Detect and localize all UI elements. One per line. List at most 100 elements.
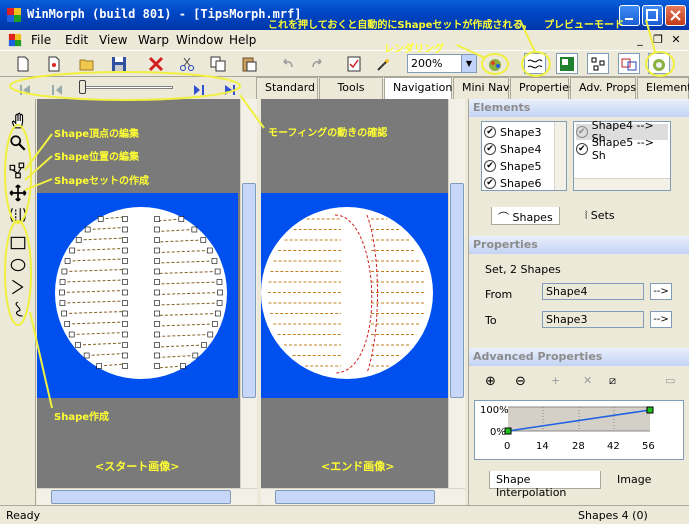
menu-file[interactable]: File bbox=[31, 33, 51, 47]
reset-icon[interactable]: ▭ bbox=[665, 374, 675, 387]
shape-vertex[interactable] bbox=[216, 279, 223, 285]
maximize-button[interactable] bbox=[642, 5, 663, 26]
cut-button[interactable] bbox=[176, 53, 198, 74]
shape-vertex[interactable] bbox=[192, 352, 199, 359]
shape-vertex[interactable] bbox=[122, 289, 128, 296]
add-point-icon[interactable]: + bbox=[551, 374, 560, 387]
delete-button[interactable] bbox=[145, 53, 167, 74]
tab-image[interactable]: Image bbox=[611, 471, 657, 489]
end-hscroll-thumb[interactable] bbox=[275, 490, 435, 504]
last-frame-button[interactable] bbox=[219, 79, 241, 100]
shape-vertex[interactable] bbox=[154, 226, 160, 233]
shape-vertex[interactable] bbox=[211, 258, 218, 264]
shape-vertex[interactable] bbox=[122, 300, 128, 306]
list-item[interactable]: ✔ Shape5 --> Sh bbox=[576, 136, 670, 162]
shape-vertex[interactable] bbox=[212, 321, 218, 327]
tab-properties[interactable]: Properties bbox=[510, 77, 575, 99]
shape-vertex[interactable] bbox=[83, 352, 90, 359]
set-create-tool[interactable] bbox=[8, 205, 28, 225]
shape-vertex[interactable] bbox=[154, 300, 160, 306]
tab-mini-nav[interactable]: Mini Nav bbox=[453, 77, 510, 99]
shapes-list[interactable]: ✔ Shape3 ✔ Shape4 ✔ Shape5 ✔ Shape6 bbox=[481, 121, 567, 191]
open-button[interactable] bbox=[76, 53, 98, 74]
tab-navigation[interactable]: Navigation bbox=[384, 77, 452, 99]
shape-vertex[interactable] bbox=[207, 331, 214, 338]
shape-vertex[interactable] bbox=[59, 300, 66, 306]
move-tool[interactable] bbox=[8, 183, 28, 203]
shape-vertex[interactable] bbox=[122, 342, 128, 348]
shape-vertex[interactable] bbox=[154, 237, 160, 243]
shape-vertex[interactable] bbox=[68, 331, 75, 338]
paste-button[interactable] bbox=[238, 53, 260, 74]
shape-vertex[interactable] bbox=[154, 352, 160, 359]
shape-vertex[interactable] bbox=[154, 342, 160, 348]
shape-vertex[interactable] bbox=[216, 300, 223, 306]
shapes-list-scrollbar[interactable] bbox=[554, 122, 566, 190]
shape-vertex[interactable] bbox=[154, 258, 160, 264]
end-vertical-scrollbar[interactable] bbox=[448, 99, 465, 488]
shape-vertex[interactable] bbox=[154, 363, 160, 369]
list-item[interactable]: ✔ Shape4 bbox=[484, 141, 541, 157]
view-mode-button[interactable] bbox=[556, 53, 578, 74]
properties-button[interactable] bbox=[343, 53, 365, 74]
shape-vertex[interactable] bbox=[200, 237, 207, 243]
shape-vertex[interactable] bbox=[214, 268, 221, 275]
shape-vertex[interactable] bbox=[69, 247, 76, 254]
tab-shapes[interactable]: ⌒ Shapes bbox=[491, 207, 560, 225]
preview-mode-button[interactable] bbox=[648, 53, 670, 74]
curve-tool[interactable] bbox=[8, 299, 28, 319]
mdi-minimize-button[interactable]: _ bbox=[632, 33, 648, 47]
shape-vertex[interactable] bbox=[122, 268, 128, 275]
shape-vertex[interactable] bbox=[206, 247, 213, 254]
shape-view-button[interactable] bbox=[587, 53, 609, 74]
zoom-out-icon[interactable]: ⊖ bbox=[515, 374, 526, 389]
shape-vertex[interactable] bbox=[75, 237, 82, 243]
new-button[interactable] bbox=[12, 53, 34, 74]
shape-vertex[interactable] bbox=[154, 321, 160, 327]
polyline-tool[interactable] bbox=[8, 277, 28, 297]
mdi-restore-button[interactable]: ❐ bbox=[650, 33, 666, 47]
shape-vertex[interactable] bbox=[154, 331, 160, 338]
shape-vertex[interactable] bbox=[154, 268, 160, 275]
shape-vertex[interactable] bbox=[122, 279, 128, 285]
shape-vertex[interactable] bbox=[191, 226, 198, 233]
auto-set-button[interactable] bbox=[524, 53, 546, 74]
shape-vertex[interactable] bbox=[215, 310, 221, 317]
vertex-edit-tool[interactable] bbox=[8, 161, 28, 181]
shape-vertex[interactable] bbox=[84, 226, 91, 233]
shape-vertex[interactable] bbox=[122, 216, 128, 222]
next-frame-button[interactable] bbox=[188, 79, 210, 100]
tab-standard[interactable]: Standard bbox=[256, 77, 318, 99]
first-frame-button[interactable] bbox=[14, 79, 36, 100]
menu-edit[interactable]: Edit bbox=[65, 33, 88, 47]
list-item[interactable]: ✔ Shape3 bbox=[484, 124, 541, 140]
shape-vertex[interactable] bbox=[61, 310, 67, 317]
list-item[interactable]: ✔ Shape5 bbox=[484, 158, 541, 174]
split-view-button[interactable] bbox=[618, 53, 640, 74]
shape-vertex[interactable] bbox=[122, 321, 128, 327]
shape-vertex[interactable] bbox=[154, 289, 160, 296]
shape-vertex[interactable] bbox=[64, 321, 70, 327]
shape-vertex[interactable] bbox=[122, 331, 128, 338]
frame-slider-thumb[interactable] bbox=[79, 80, 86, 94]
from-pick-button[interactable]: --> bbox=[650, 283, 672, 300]
tab-adv-props[interactable]: Adv. Props. bbox=[570, 77, 640, 99]
copy-button[interactable] bbox=[207, 53, 229, 74]
to-field[interactable]: Shape3 bbox=[542, 311, 644, 328]
zoom-select[interactable]: 200% ▼ bbox=[407, 54, 477, 73]
shape-vertex[interactable] bbox=[64, 258, 71, 264]
end-horizontal-scrollbar[interactable] bbox=[261, 488, 465, 505]
shape-vertex[interactable] bbox=[154, 310, 160, 317]
sets-list-scrollbar[interactable] bbox=[574, 178, 670, 190]
list-item[interactable]: ✔ Shape6 bbox=[484, 175, 541, 191]
shape-vertex[interactable] bbox=[201, 342, 207, 348]
menu-help[interactable]: Help bbox=[229, 33, 256, 47]
shape-vertex[interactable] bbox=[97, 216, 104, 222]
remove-point-icon[interactable]: ✕ bbox=[583, 374, 592, 387]
shape-vertex[interactable] bbox=[96, 363, 102, 369]
start-vertical-scrollbar[interactable] bbox=[240, 99, 257, 488]
shape-vertex[interactable] bbox=[154, 216, 160, 222]
tab-shape-interpolation[interactable]: Shape Interpolation bbox=[489, 471, 601, 499]
shape-vertex[interactable] bbox=[122, 247, 128, 254]
shape-vertex[interactable] bbox=[122, 226, 128, 233]
